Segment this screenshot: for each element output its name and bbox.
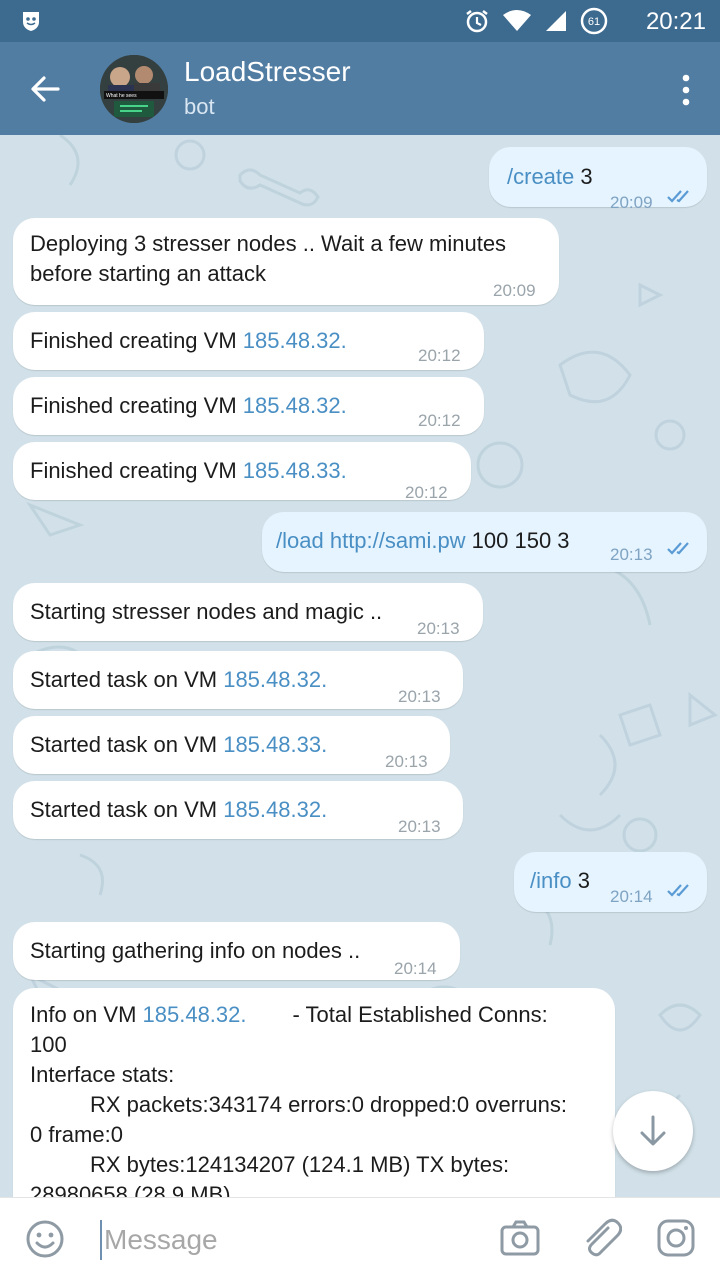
scroll-down-button[interactable]: [613, 1091, 693, 1171]
message-time: 20:13: [610, 545, 653, 564]
back-arrow-icon[interactable]: [20, 64, 72, 114]
ip-link[interactable]: 185.48.32.: [143, 1002, 247, 1027]
clock: 20:21: [645, 8, 706, 35]
incoming-message[interactable]: Started task on VM 185.48.32. 20:13: [13, 781, 463, 839]
instagram-icon[interactable]: [654, 1216, 698, 1260]
message-time: 20:09: [493, 281, 536, 300]
outgoing-message[interactable]: /load http://sami.pw 100 150 3 20:13: [262, 512, 707, 572]
incoming-message[interactable]: Deploying 3 stresser nodes .. Wait a few…: [13, 218, 559, 305]
message-text: RX packets:343174 errors:0 dropped:0 ove…: [90, 1092, 567, 1117]
message-text: Finished creating VM: [30, 328, 243, 353]
message-time: 20:14: [394, 959, 437, 978]
message-text: Starting gathering info on nodes ..: [30, 938, 361, 963]
chat-title: LoadStresser: [184, 56, 351, 87]
message-time: 20:12: [418, 411, 461, 430]
message-text: Interface stats:: [30, 1062, 175, 1087]
command-link[interactable]: /create: [507, 164, 574, 189]
alarm-icon: [466, 10, 488, 33]
message-text: 3: [574, 164, 593, 189]
incoming-message[interactable]: Started task on VM 185.48.33. 20:13: [13, 716, 450, 774]
message-composer: Message: [0, 1197, 720, 1281]
avatar[interactable]: What he sees: [100, 55, 168, 123]
app-notification-icon: [23, 12, 39, 31]
outgoing-message[interactable]: /create 3 20:09: [489, 147, 707, 212]
ip-link[interactable]: 185.48.32.: [223, 667, 327, 692]
ip-link[interactable]: 185.48.32.: [243, 393, 347, 418]
message-time: 20:13: [398, 687, 441, 706]
message-text: Started task on VM: [30, 667, 224, 692]
read-receipt-icon: [667, 542, 689, 555]
chat-subtitle: bot: [184, 94, 215, 119]
status-bar: 61 20:21: [0, 0, 720, 42]
message-text: Started task on VM: [30, 732, 224, 757]
message-text: Finished creating VM: [30, 393, 243, 418]
arrow-down-icon: [640, 1115, 666, 1146]
message-time: 20:13: [417, 619, 460, 638]
signal-icon: [546, 11, 566, 31]
message-time: 20:12: [418, 346, 461, 365]
message-text: 100: [30, 1032, 67, 1057]
message-time: 20:09: [610, 193, 653, 212]
message-time: 20:12: [405, 483, 448, 502]
avatar-caption: What he sees: [106, 93, 137, 99]
read-receipt-icon: [667, 884, 689, 897]
camera-icon[interactable]: [498, 1216, 542, 1260]
message-text: 28980658 (28.9 MB): [30, 1182, 231, 1197]
ip-link[interactable]: 185.48.32.: [223, 797, 327, 822]
attach-icon[interactable]: [578, 1216, 622, 1260]
message-text: Starting stresser nodes and magic ..: [30, 599, 383, 624]
message-text: 0 frame:0: [30, 1122, 123, 1147]
incoming-message[interactable]: Finished creating VM 185.48.32. 20:12: [13, 312, 484, 370]
url-link[interactable]: http://sami.pw: [330, 528, 466, 553]
incoming-message[interactable]: Finished creating VM 185.48.32. 20:12: [13, 377, 484, 435]
message-text: Started task on VM: [30, 797, 224, 822]
ip-link[interactable]: 185.48.33.: [223, 732, 327, 757]
message-text: RX bytes:124134207 (124.1 MB) TX bytes:: [90, 1152, 510, 1177]
message-text: Deploying 3 stresser nodes .. Wait a few…: [30, 231, 507, 256]
message-list[interactable]: /create 3 20:09 Deploying 3 stresser nod…: [0, 135, 720, 1197]
incoming-message[interactable]: Info on VM 185.48.32. - Total Established…: [13, 988, 615, 1197]
incoming-message[interactable]: Finished creating VM 185.48.33. 20:12: [13, 442, 471, 502]
message-text: Finished creating VM: [30, 458, 243, 483]
message-text: Info on VM: [30, 1002, 143, 1027]
ip-link[interactable]: 185.48.33.: [243, 458, 347, 483]
incoming-message[interactable]: Started task on VM 185.48.32. 20:13: [13, 651, 463, 709]
message-text: before starting an attack: [30, 261, 267, 286]
battery-icon: 61: [580, 7, 608, 35]
battery-level: 61: [588, 16, 600, 28]
message-time: 20:13: [385, 752, 428, 771]
message-time: 20:13: [398, 817, 441, 836]
wifi-icon: [503, 10, 531, 31]
incoming-message[interactable]: Starting stresser nodes and magic .. 20:…: [13, 583, 483, 641]
chat-header: What he sees LoadStresser bot: [0, 42, 720, 135]
message-text: 3: [571, 868, 590, 893]
incoming-message[interactable]: Starting gathering info on nodes .. 20:1…: [13, 922, 460, 980]
message-input[interactable]: Message: [100, 1220, 484, 1260]
message-text: 100 150 3: [465, 528, 570, 553]
command-link[interactable]: /info: [530, 868, 572, 893]
ip-link[interactable]: 185.48.32.: [243, 328, 347, 353]
outgoing-message[interactable]: /info 3 20:14: [514, 852, 707, 912]
emoji-icon[interactable]: [24, 1218, 66, 1260]
more-options-icon[interactable]: [674, 70, 698, 110]
message-text: - Total Established Conns:: [292, 1002, 548, 1027]
avatar-image: What he sees: [100, 55, 168, 123]
read-receipt-icon: [667, 190, 689, 203]
command-link[interactable]: /load: [276, 528, 324, 553]
message-time: 20:14: [610, 887, 653, 906]
